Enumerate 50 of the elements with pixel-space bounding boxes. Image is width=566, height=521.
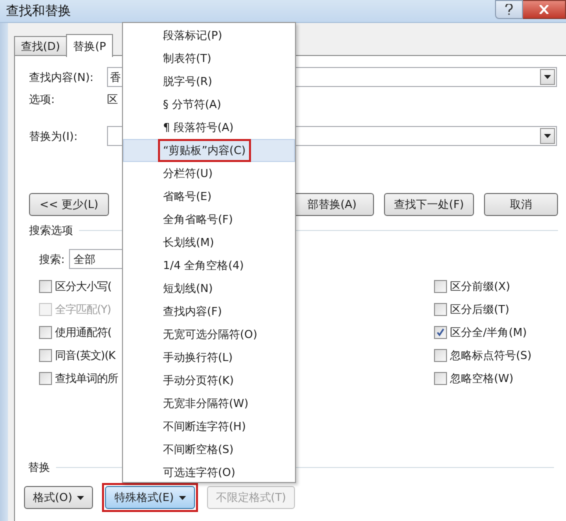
option-checkbox[interactable]: 区分前缀(X) <box>434 275 558 298</box>
dialog-button[interactable]: 查找下一处(F) <box>384 193 474 216</box>
caret-icon <box>178 496 186 500</box>
dialog-button[interactable]: 取消 <box>484 193 558 216</box>
tab[interactable]: 替换(P <box>66 34 113 57</box>
option-checkbox[interactable]: 查找单词的所 <box>29 367 118 390</box>
field-label: 替换为(I): <box>29 128 79 144</box>
menu-item[interactable]: 短划线(N) <box>123 277 295 300</box>
option-checkbox[interactable]: 区分全/半角(M) <box>434 321 558 344</box>
options-value: 区 <box>107 92 118 106</box>
close-icon <box>539 5 549 14</box>
menu-item[interactable]: 手动分页符(K) <box>123 369 295 392</box>
menu-item[interactable]: § 分节符(A) <box>123 93 295 116</box>
menu-item[interactable]: 长划线(M) <box>123 231 295 254</box>
tab[interactable]: 查找(D) <box>14 36 68 56</box>
window-title: 查找和替换 <box>6 3 71 20</box>
field-label: 选项: <box>29 92 56 106</box>
dropdown-arrow-icon <box>544 75 551 79</box>
option-checkbox[interactable]: 同音(英文)(K <box>29 344 118 367</box>
menu-item[interactable]: 分栏符(U) <box>123 162 295 185</box>
field-label: 查找内容(N): <box>29 70 95 84</box>
caret-icon <box>77 496 84 500</box>
option-checkbox[interactable]: 区分后缀(T) <box>434 298 558 321</box>
menu-item[interactable]: 无宽非分隔符(W) <box>123 392 295 415</box>
option-checkbox[interactable]: 忽略标点符号(S) <box>434 344 558 367</box>
option-checkbox[interactable]: 使用通配符( <box>29 321 118 344</box>
menu-item[interactable]: “剪贴板”内容(C) <box>123 139 295 162</box>
option-checkbox[interactable]: 区分大小写( <box>29 275 118 298</box>
section-title: 搜索选项 <box>29 222 73 238</box>
format-button[interactable]: 格式(O) <box>24 486 94 509</box>
less-button[interactable]: << 更少(L) <box>29 193 109 216</box>
dropdown-arrow-icon <box>544 134 551 138</box>
help-button[interactable] <box>495 0 523 19</box>
menu-item[interactable]: 查找内容(F) <box>123 300 295 323</box>
menu-item[interactable]: 不间断连字符(H) <box>123 415 295 438</box>
menu-item[interactable]: 制表符(T) <box>123 47 295 70</box>
format-button[interactable]: 特殊格式(E) <box>105 486 195 509</box>
menu-item[interactable]: ¶ 段落符号(A) <box>123 116 295 139</box>
menu-item[interactable]: 手动换行符(L) <box>123 346 295 369</box>
menu-item[interactable]: 段落标记(P) <box>123 24 295 47</box>
close-button[interactable] <box>523 0 566 19</box>
option-checkbox[interactable]: 忽略空格(W) <box>434 367 558 390</box>
menu-item[interactable]: 不间断空格(S) <box>123 438 295 461</box>
menu-item[interactable]: 无宽可选分隔符(O) <box>123 323 295 346</box>
menu-item[interactable]: 1/4 全角空格(4) <box>123 254 295 277</box>
help-icon <box>505 4 513 15</box>
check-icon <box>436 328 445 337</box>
menu-item[interactable]: 可选连字符(O) <box>123 461 295 484</box>
section-title: 替换 <box>27 460 50 474</box>
field-label: 搜索: <box>39 252 65 266</box>
